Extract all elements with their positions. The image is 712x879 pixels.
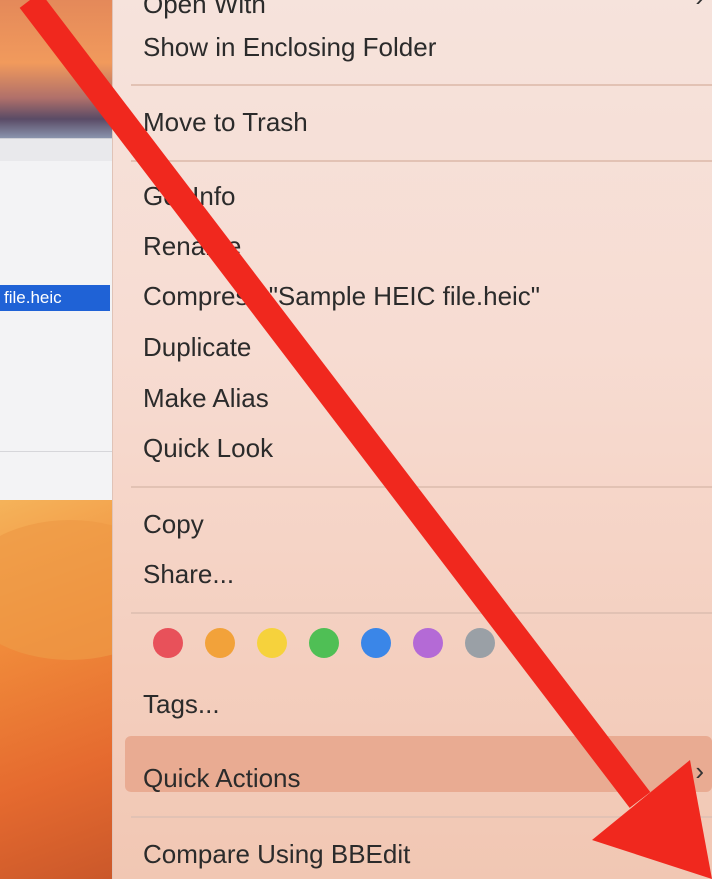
menu-item-label: Make Alias [143, 383, 269, 413]
menu-item-copy[interactable]: Copy [143, 502, 204, 546]
tag-color-row [153, 628, 495, 658]
menu-item-move-to-trash[interactable]: Move to Trash [143, 100, 308, 144]
menu-item-open-with[interactable]: Open With [143, 0, 266, 26]
menu-item-quick-look[interactable]: Quick Look [143, 426, 273, 470]
finder-window: file.heic [0, 138, 130, 501]
menu-item-make-alias[interactable]: Make Alias [143, 376, 269, 420]
tag-green-dot[interactable] [309, 628, 339, 658]
menu-item-label: Quick Actions [143, 763, 301, 793]
menu-item-label: Compare Using BBEdit [143, 839, 411, 869]
menu-item-label: Share... [143, 559, 235, 589]
tag-purple-dot[interactable] [413, 628, 443, 658]
tag-orange-dot[interactable] [205, 628, 235, 658]
finder-divider [0, 451, 130, 452]
menu-item-compare-using-bbedit[interactable]: Compare Using BBEdit [143, 832, 410, 876]
menu-item-get-info[interactable]: Get Info [143, 174, 236, 218]
desktop-background: file.heic [0, 0, 130, 879]
menu-item-quick-actions[interactable]: Quick Actions [143, 756, 301, 800]
menu-item-compress[interactable]: Compress "Sample HEIC file.heic" [143, 274, 540, 318]
menu-item-label: Open With [143, 0, 266, 19]
selected-file-name[interactable]: file.heic [0, 285, 110, 311]
tag-yellow-dot[interactable] [257, 628, 287, 658]
menu-item-label: Rename [143, 231, 242, 261]
tag-red-dot[interactable] [153, 628, 183, 658]
menu-item-label: Copy [143, 509, 204, 539]
menu-divider [131, 486, 712, 488]
menu-divider [131, 816, 712, 818]
wallpaper-orange [0, 500, 130, 879]
menu-item-show-in-enclosing-folder[interactable]: Show in Enclosing Folder [143, 25, 436, 69]
menu-item-label: Get Info [143, 181, 236, 211]
submenu-chevron-icon: › [695, 756, 704, 786]
tag-gray-dot[interactable] [465, 628, 495, 658]
menu-divider [131, 160, 712, 162]
menu-item-label: Compress "Sample HEIC file.heic" [143, 281, 541, 311]
wallpaper-sunset [0, 0, 130, 140]
submenu-chevron-icon: › [695, 0, 704, 13]
menu-item-label: Quick Look [143, 433, 274, 463]
wallpaper-wave [0, 520, 130, 660]
tag-blue-dot[interactable] [361, 628, 391, 658]
menu-divider [131, 84, 712, 86]
context-menu: Open With › Show in Enclosing Folder Mov… [112, 0, 712, 879]
menu-item-duplicate[interactable]: Duplicate [143, 325, 251, 369]
menu-item-share[interactable]: Share... [143, 552, 234, 596]
menu-item-tags[interactable]: Tags... [143, 682, 220, 726]
menu-item-label: Show in Enclosing Folder [143, 32, 437, 62]
menu-item-rename[interactable]: Rename [143, 224, 241, 268]
menu-item-label: Tags... [143, 689, 220, 719]
menu-item-label: Move to Trash [143, 107, 308, 137]
menu-divider [131, 612, 712, 614]
finder-toolbar-strip [0, 139, 130, 161]
menu-item-label: Duplicate [143, 332, 252, 362]
